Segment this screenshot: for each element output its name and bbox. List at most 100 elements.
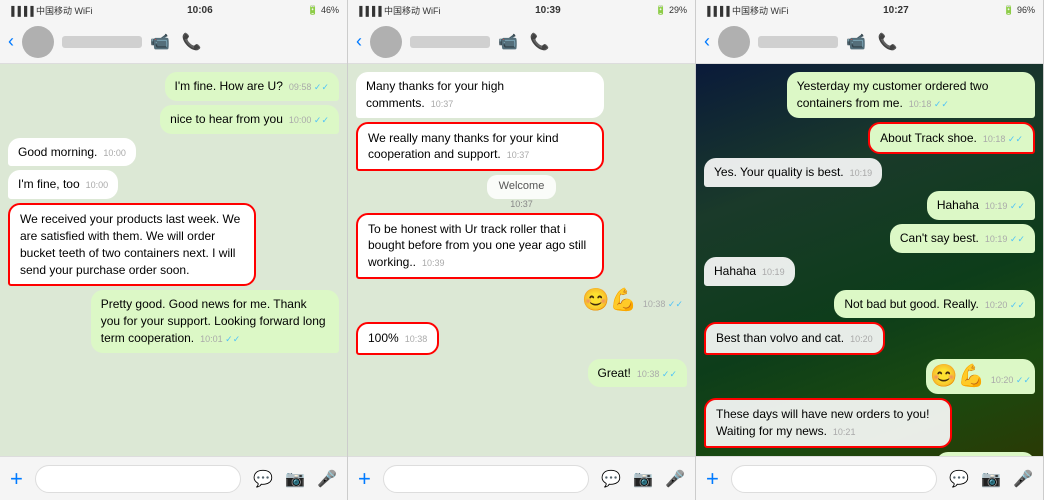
message-row: Pretty good. Good news for me. Thank you… (8, 290, 339, 352)
message-row: Yes. Your quality is best.10:19 (704, 158, 1035, 187)
status-time: 10:06 (187, 5, 213, 16)
camera-icon[interactable]: 📷 (633, 469, 653, 489)
sticker-icon[interactable]: 💬 (601, 469, 621, 489)
message-bubble: 😊💪10:38 ✓✓ (578, 283, 687, 318)
status-bar: ▐▐▐▐ 中国移动 WiFi 10:06 🔋 46% (0, 0, 347, 20)
header-action-icons: 📹 📞 (498, 32, 550, 52)
microphone-icon[interactable]: 🎤 (317, 469, 337, 489)
chat-header: ‹ 📹 📞 (348, 20, 695, 64)
message-time: 10:20 (850, 334, 873, 344)
message-bubble: Not bad but good. Really.10:20 ✓✓ (834, 290, 1035, 319)
chat-header: ‹ 📹 📞 (696, 20, 1043, 64)
add-attachment-button[interactable]: + (10, 466, 23, 492)
video-call-icon[interactable]: 📹 (498, 32, 518, 52)
status-bar: ▐▐▐▐ 中国移动 WiFi 10:39 🔋 29% (348, 0, 695, 20)
status-bar: ▐▐▐▐ 中国移动 WiFi 10:27 🔋 96% (696, 0, 1043, 20)
message-time: 10:19 (762, 267, 785, 277)
avatar (718, 26, 750, 58)
message-time: 10:19 ✓✓ (985, 201, 1025, 211)
video-call-icon[interactable]: 📹 (150, 32, 170, 52)
back-button[interactable]: ‹ (356, 31, 362, 52)
phone-call-icon[interactable]: 📞 (878, 32, 898, 52)
header-action-icons: 📹 📞 (846, 32, 898, 52)
message-bubble: We received your products last week. We … (8, 203, 256, 286)
add-attachment-button[interactable]: + (358, 466, 371, 492)
message-row: nice to hear from you10:00 ✓✓ (8, 105, 339, 134)
contact-name (410, 36, 490, 48)
message-row: Best than volvo and cat.10:20 (704, 322, 1035, 355)
message-input[interactable] (35, 465, 241, 493)
message-time: 10:00 ✓✓ (289, 115, 329, 125)
carrier-signal: ▐▐▐▐ 中国移动 WiFi (8, 4, 93, 17)
message-time: 10:18 ✓✓ (983, 134, 1023, 144)
message-bubble: I'm fine. How are U?09:58 ✓✓ (165, 72, 339, 101)
battery-icon: 🔋 46% (307, 5, 339, 16)
avatar (370, 26, 402, 58)
message-time: 10:01 ✓✓ (200, 334, 240, 344)
message-bubble: Many thanks for your high comments.10:37 (356, 72, 604, 118)
add-attachment-button[interactable]: + (706, 466, 719, 492)
chat-area: Yesterday my customer ordered two contai… (696, 64, 1043, 456)
sticker-icon[interactable]: 💬 (253, 469, 273, 489)
message-time: 09:58 ✓✓ (289, 82, 329, 92)
message-row: Good morning.10:00 (8, 138, 339, 167)
message-bubble: Pretty good. Good news for me. Thank you… (91, 290, 339, 352)
camera-icon[interactable]: 📷 (285, 469, 305, 489)
message-time: 10:39 (422, 258, 445, 268)
back-button[interactable]: ‹ (704, 31, 710, 52)
status-time: 10:27 (883, 5, 909, 16)
message-time: 10:21 (833, 427, 856, 437)
message-time: 10:00 (86, 180, 109, 190)
message-time: 10:00 (103, 148, 126, 158)
message-bubble: Great!10:21 ✓✓ (936, 452, 1035, 456)
message-row: Welcome10:37 (356, 175, 687, 208)
camera-icon[interactable]: 📷 (981, 469, 1001, 489)
message-row: These days will have new orders to you! … (704, 398, 1035, 448)
sticker-icon[interactable]: 💬 (949, 469, 969, 489)
message-row: I'm fine. How are U?09:58 ✓✓ (8, 72, 339, 101)
message-bubble: Yesterday my customer ordered two contai… (787, 72, 1035, 118)
message-row: Many thanks for your high comments.10:37 (356, 72, 687, 118)
chat-footer: + 💬 📷 🎤 (348, 456, 695, 500)
carrier-signal: ▐▐▐▐ 中国移动 WiFi (356, 4, 441, 17)
carrier-signal: ▐▐▐▐ 中国移动 WiFi (704, 4, 789, 17)
microphone-icon[interactable]: 🎤 (665, 469, 685, 489)
phone-panel-2: ▐▐▐▐ 中国移动 WiFi 10:39 🔋 29% ‹ 📹 📞 Many th… (348, 0, 696, 500)
message-bubble: 😊💪10:20 ✓✓ (926, 359, 1035, 394)
message-input[interactable] (731, 465, 937, 493)
message-bubble: Hahaha10:19 (704, 257, 795, 286)
message-bubble: Can't say best.10:19 ✓✓ (890, 224, 1035, 253)
message-time: 10:37 (507, 150, 530, 160)
message-time: 10:38 (405, 334, 428, 344)
message-bubble: These days will have new orders to you! … (704, 398, 952, 448)
message-time: 10:20 ✓✓ (985, 300, 1025, 310)
chat-footer: + 💬 📷 🎤 (0, 456, 347, 500)
video-call-icon[interactable]: 📹 (846, 32, 866, 52)
battery-icon: 🔋 29% (655, 5, 687, 16)
phone-call-icon[interactable]: 📞 (530, 32, 550, 52)
message-input[interactable] (383, 465, 589, 493)
phone-panel-3: ▐▐▐▐ 中国移动 WiFi 10:27 🔋 96% ‹ 📹 📞 Yesterd… (696, 0, 1044, 500)
message-time: 10:19 (850, 168, 873, 178)
message-bubble: nice to hear from you10:00 ✓✓ (160, 105, 339, 134)
message-row: Not bad but good. Really.10:20 ✓✓ (704, 290, 1035, 319)
center-message: Welcome (487, 175, 557, 198)
message-bubble: Hahaha10:19 ✓✓ (927, 191, 1035, 220)
back-button[interactable]: ‹ (8, 31, 14, 52)
contact-name (758, 36, 838, 48)
message-row: 😊💪10:38 ✓✓ (356, 283, 687, 318)
message-bubble: I'm fine, too10:00 (8, 170, 118, 199)
message-row: We received your products last week. We … (8, 203, 339, 286)
message-bubble: About Track shoe.10:18 ✓✓ (868, 122, 1035, 155)
message-bubble: Good morning.10:00 (8, 138, 136, 167)
message-row: Can't say best.10:19 ✓✓ (704, 224, 1035, 253)
message-time: 10:20 ✓✓ (991, 375, 1031, 385)
microphone-icon[interactable]: 🎤 (1013, 469, 1033, 489)
message-time: 10:18 ✓✓ (909, 99, 949, 109)
phone-panel-1: ▐▐▐▐ 中国移动 WiFi 10:06 🔋 46% ‹ 📹 📞 I'm fin… (0, 0, 348, 500)
status-time: 10:39 (535, 5, 561, 16)
phone-call-icon[interactable]: 📞 (182, 32, 202, 52)
avatar (22, 26, 54, 58)
message-bubble: To be honest with Ur track roller that i… (356, 213, 604, 279)
message-bubble: Great!10:38 ✓✓ (588, 359, 687, 388)
